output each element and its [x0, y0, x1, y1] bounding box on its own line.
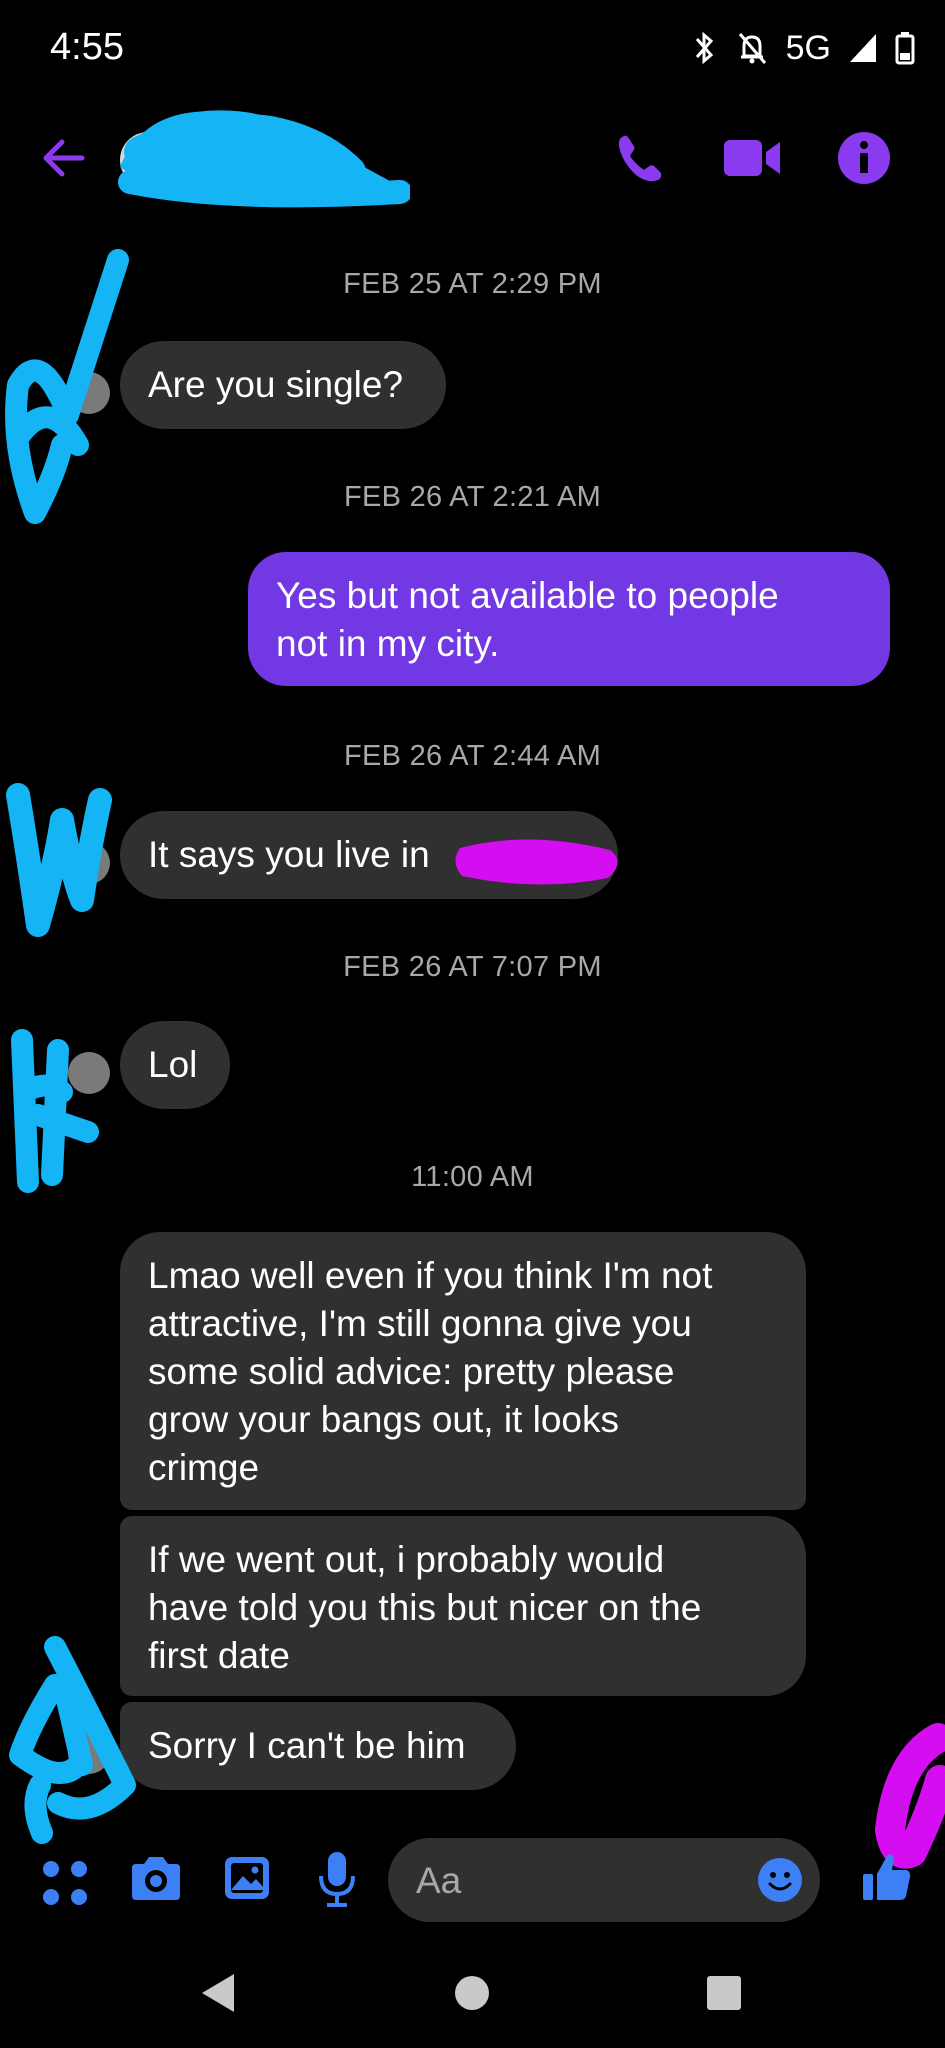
home-circle-icon[interactable]: [454, 1975, 490, 2011]
redaction-scribble: [455, 839, 618, 885]
status-time: 4:55: [50, 26, 124, 68]
network-type-label: 5G: [785, 28, 831, 67]
phone-icon[interactable]: [612, 130, 668, 186]
message-timestamp: FEB 26 AT 7:07 PM: [343, 951, 602, 983]
message-timestamp: 11:00 AM: [411, 1161, 534, 1193]
bluetooth-icon: [695, 31, 713, 65]
message-text: If we went out, i probably would: [148, 1539, 665, 1580]
message-text: some solid advice: pretty please: [148, 1351, 675, 1392]
message-timestamp: FEB 26 AT 2:44 AM: [343, 740, 602, 772]
message-timestamp: FEB 25 AT 2:29 PM: [343, 268, 602, 300]
message-text: have told you this but nicer on the: [148, 1587, 702, 1628]
redaction-scribble: [118, 110, 410, 208]
system-nav-bar: [0, 1944, 945, 2048]
sender-avatar: [68, 842, 110, 884]
signal-icon: [850, 34, 876, 62]
back-triangle-icon[interactable]: [200, 1972, 236, 2014]
message-text: attractive, I'm still gonna give you: [148, 1303, 692, 1344]
message-text: first date: [148, 1635, 290, 1676]
battery-icon: [895, 32, 915, 65]
message-text: Lol: [148, 1044, 198, 1085]
message-composer: Aa: [0, 1830, 945, 1930]
message-text: grow your bangs out, it looks: [148, 1399, 619, 1440]
message-text: not in my city.: [276, 623, 500, 664]
sender-avatar: [68, 372, 110, 414]
message-input-placeholder: Aa: [416, 1860, 462, 1901]
back-arrow-icon[interactable]: [38, 132, 90, 184]
video-camera-icon[interactable]: [722, 134, 784, 182]
gallery-icon[interactable]: [222, 1854, 272, 1902]
status-icons: 5G: [692, 28, 915, 68]
camera-icon[interactable]: [128, 1854, 184, 1904]
incoming-message-bubble[interactable]: Sorry I can't be him: [120, 1702, 516, 1790]
incoming-message-bubble[interactable]: If we went out, i probably would have to…: [120, 1516, 806, 1696]
incoming-message-bubble[interactable]: Are you single?: [120, 341, 446, 429]
message-text: Lmao well even if you think I'm not: [148, 1255, 713, 1296]
notifications-off-icon: [738, 33, 766, 64]
recents-square-icon[interactable]: [706, 1975, 742, 2011]
microphone-icon[interactable]: [316, 1850, 358, 1910]
menu-dots-icon[interactable]: [40, 1858, 90, 1908]
sender-avatar: [68, 1052, 110, 1094]
message-input[interactable]: Aa: [388, 1838, 820, 1922]
message-timestamp: FEB 26 AT 2:21 AM: [343, 481, 602, 513]
message-text: Are you single?: [148, 364, 404, 405]
thumbs-up-icon[interactable]: [860, 1850, 914, 1904]
conversation-header: [0, 110, 945, 210]
incoming-message-bubble[interactable]: Lol: [120, 1021, 230, 1109]
message-text: crimge: [148, 1447, 260, 1488]
emoji-icon[interactable]: [756, 1856, 804, 1904]
sender-avatar: [68, 1732, 110, 1774]
message-text: Sorry I can't be him: [148, 1725, 466, 1766]
outgoing-message-bubble[interactable]: Yes but not available to people not in m…: [248, 552, 890, 686]
info-icon[interactable]: [836, 130, 892, 186]
incoming-message-bubble[interactable]: Lmao well even if you think I'm not attr…: [120, 1232, 806, 1510]
message-text: Yes but not available to people: [276, 575, 779, 616]
status-bar: 4:55 5G: [0, 0, 945, 96]
